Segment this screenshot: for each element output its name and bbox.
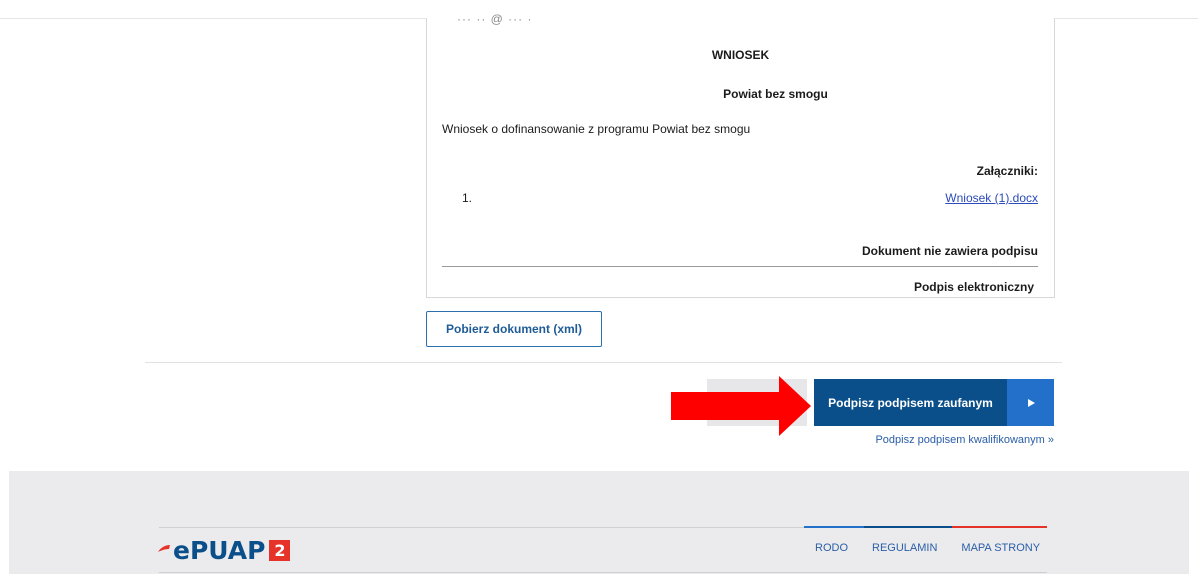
logo-badge: 2 xyxy=(269,539,291,561)
document-subtitle: Powiat bez smogu xyxy=(723,87,828,101)
attachments-heading: Załączniki: xyxy=(976,164,1038,178)
document-description: Wniosek o dofinansowanie z programu Powi… xyxy=(442,122,751,136)
document-title: WNIOSEK xyxy=(711,48,770,62)
footer-links: RODO REGULAMIN MAPA STRONY xyxy=(815,542,1064,554)
document-divider xyxy=(442,266,1038,267)
logo-swoosh-icon xyxy=(158,545,170,552)
epuap-logo[interactable]: ePUAP 2 xyxy=(157,535,291,565)
e-signature-heading: Podpis elektroniczny xyxy=(913,280,1034,294)
sign-trusted-button[interactable]: Podpisz podpisem zaufanym xyxy=(814,379,1054,426)
sign-qualified-link[interactable]: Podpisz podpisem kwalifikowanym » xyxy=(875,434,1054,446)
logo-text: ePUAP xyxy=(173,535,266,565)
document-preview: ··· ·· @ ··· · WNIOSEK Powiat bez smogu … xyxy=(426,12,1055,298)
attachment-link[interactable]: Wniosek (1).docx xyxy=(945,191,1038,205)
footer-accent-red xyxy=(952,526,1047,528)
footer-bottom-rule xyxy=(159,572,1047,573)
footer-accent-navy xyxy=(864,526,952,528)
document-cut-text: ··· ·· @ ··· · xyxy=(457,12,533,26)
section-divider xyxy=(145,362,1062,363)
download-xml-button[interactable]: Pobierz dokument (xml) xyxy=(426,311,602,347)
footer-link-regulamin[interactable]: REGULAMIN xyxy=(872,542,937,554)
play-icon xyxy=(1007,379,1054,426)
footer-link-rodo[interactable]: RODO xyxy=(815,542,848,554)
footer-link-mapa-strony[interactable]: MAPA STRONY xyxy=(961,542,1040,554)
footer-accent-blue xyxy=(804,526,864,528)
sign-trusted-label: Podpisz podpisem zaufanym xyxy=(814,379,1007,426)
arrow-right-icon xyxy=(671,376,811,436)
no-signature-text: Dokument nie zawiera podpisu xyxy=(861,244,1038,258)
footer: ePUAP 2 RODO REGULAMIN MAPA STRONY xyxy=(9,471,1189,574)
attachment-number: 1. xyxy=(462,191,473,205)
